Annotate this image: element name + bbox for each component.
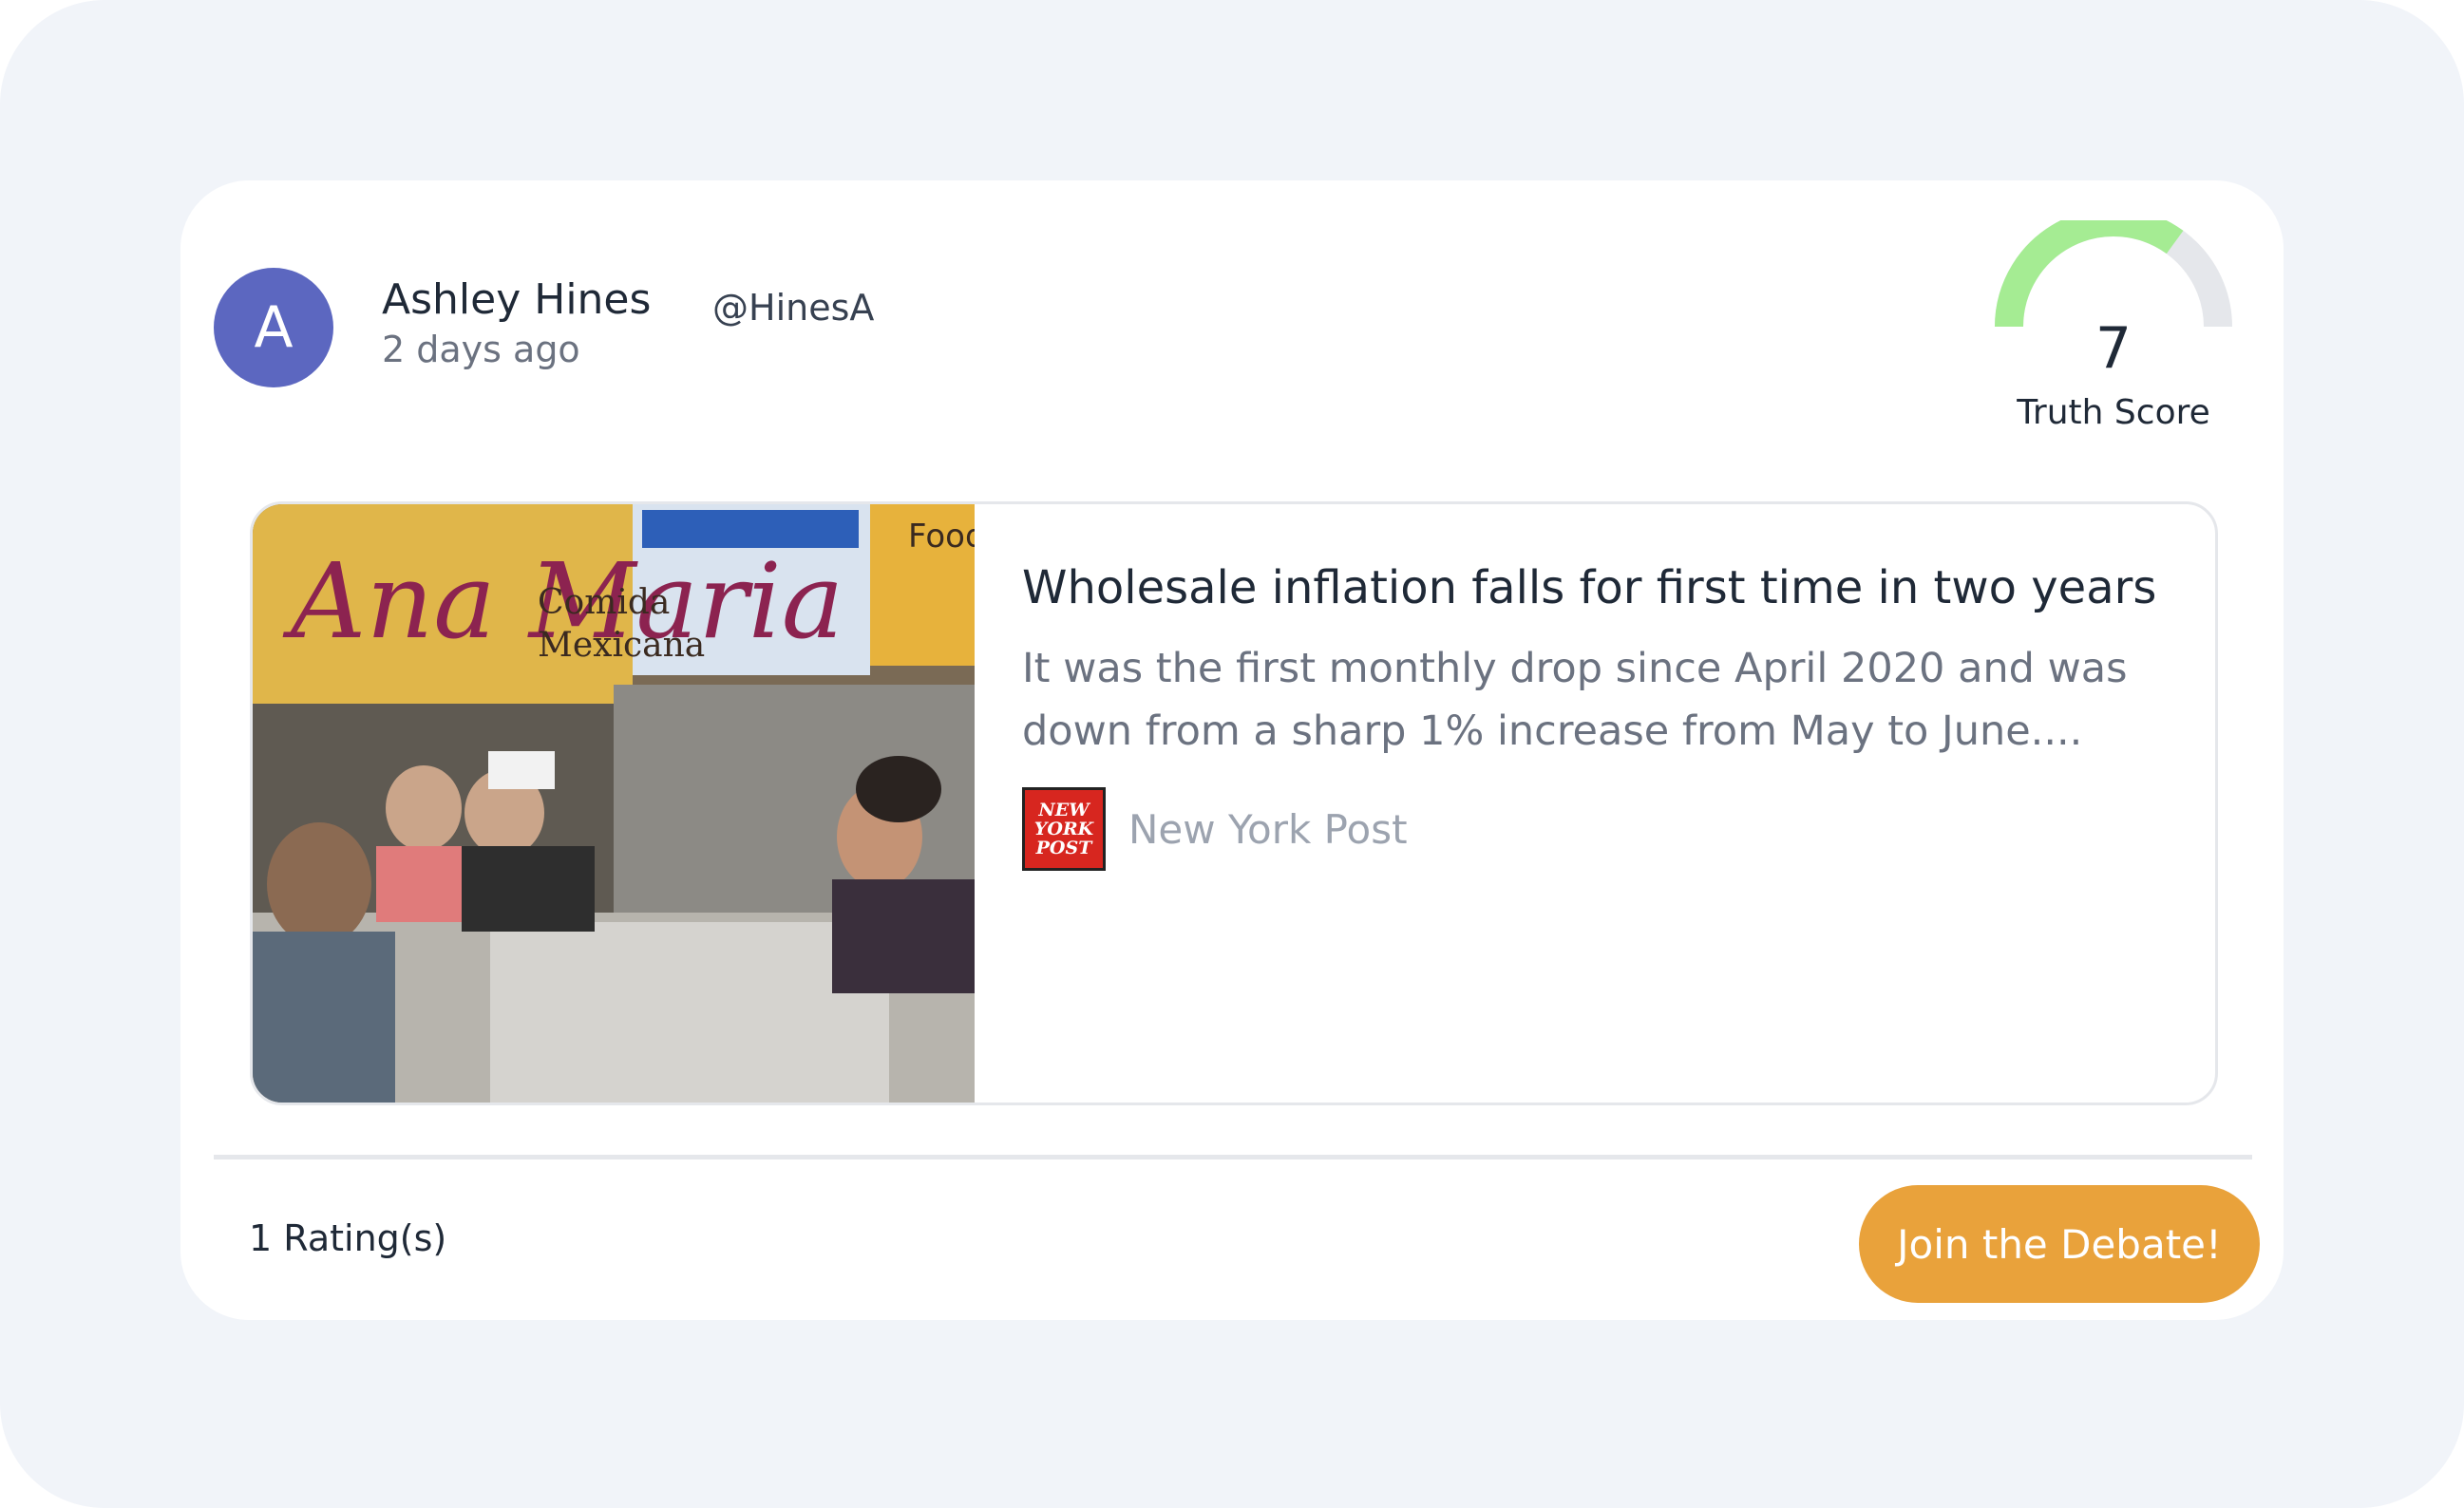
avatar[interactable]: A [214, 268, 333, 387]
sign-text-4: Food [908, 518, 975, 556]
footer-divider [214, 1155, 2252, 1159]
article-title[interactable]: Wholesale inflation falls for first time… [1022, 561, 2156, 614]
avatar-initial: A [254, 294, 294, 361]
post-card: A Ashley Hines 2 days ago @HinesA 7 Trut… [180, 180, 2284, 1320]
logo-line-3: POST [1035, 838, 1092, 858]
truth-score-label: Truth Score [2017, 393, 2210, 432]
article-summary: It was the first monthly drop since Apri… [1022, 645, 2128, 755]
truth-score-gauge: 7 Truth Score [1995, 220, 2232, 448]
author-name[interactable]: Ashley Hines [382, 275, 651, 324]
article-photo-icon[interactable]: Ana Maria Comida Mexicana Food [253, 504, 975, 1103]
source-name[interactable]: New York Post [1128, 806, 1408, 853]
post-timestamp: 2 days ago [382, 329, 580, 370]
logo-line-1: NEW [1038, 800, 1090, 820]
gauge-fill [1995, 220, 2184, 328]
sign-text-3: Mexicana [538, 626, 705, 665]
new-york-post-logo-icon: NEW YORK POST [1022, 787, 1106, 871]
article-preview[interactable]: Ana Maria Comida Mexicana Food Wholesale… [250, 501, 2218, 1105]
ratings-count[interactable]: 1 Rating(s) [249, 1217, 446, 1259]
truth-score-value: 7 [2094, 315, 2132, 382]
join-debate-button[interactable]: Join the Debate! [1859, 1185, 2260, 1303]
author-handle[interactable]: @HinesA [712, 287, 874, 329]
logo-line-2: YORK [1033, 819, 1094, 839]
sign-text-2: Comida [538, 583, 670, 622]
